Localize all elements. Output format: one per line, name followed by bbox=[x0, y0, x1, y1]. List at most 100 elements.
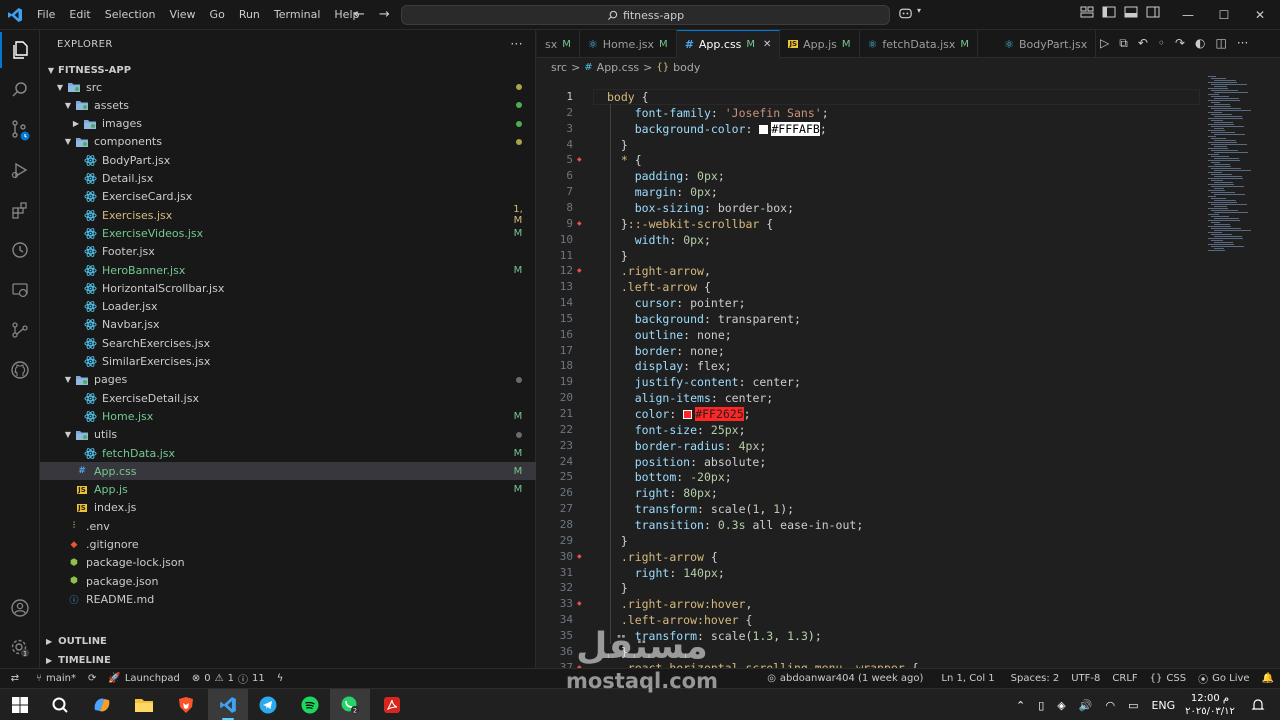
outline-section[interactable]: ▶ OUTLINE bbox=[40, 632, 536, 650]
device-icon[interactable]: ▯ bbox=[1038, 699, 1044, 712]
tab-app-js[interactable]: JS App.js M bbox=[780, 30, 860, 58]
toggle-panel-icon[interactable] bbox=[1124, 6, 1138, 18]
previous-change-icon[interactable]: ◦ bbox=[1158, 36, 1165, 51]
volume-icon[interactable]: 🔊 bbox=[1079, 699, 1093, 712]
menu-view[interactable]: View bbox=[162, 0, 202, 30]
copilot-menu[interactable]: ▾ bbox=[898, 6, 921, 20]
vscode-taskbar-icon[interactable] bbox=[208, 689, 248, 720]
code-line[interactable]: * { bbox=[607, 153, 642, 167]
toggle-secondary-sidebar-icon[interactable] bbox=[1146, 6, 1160, 18]
run-icon[interactable]: ▷ bbox=[1100, 36, 1109, 51]
code-line[interactable]: background-color: #FFFAFB; bbox=[607, 121, 827, 136]
code-line[interactable]: margin: 0px; bbox=[607, 185, 718, 199]
code-line[interactable]: body { bbox=[607, 90, 649, 104]
code-line[interactable]: }::-webkit-scrollbar { bbox=[607, 217, 773, 231]
file-item[interactable]: JS App.js M bbox=[40, 481, 536, 499]
code-line[interactable]: cursor: pointer; bbox=[607, 296, 746, 310]
tab-app-css[interactable]: # App.css M ✕ bbox=[676, 30, 781, 58]
file-item[interactable]: ExerciseCard.jsx bbox=[40, 188, 536, 206]
file-item[interactable]: Footer.jsx bbox=[40, 243, 536, 261]
windows-start-icon[interactable] bbox=[0, 689, 40, 720]
end-of-line[interactable]: CRLF bbox=[1106, 671, 1143, 686]
close-icon[interactable]: ✕ bbox=[1242, 0, 1278, 30]
file-item[interactable]: fetchData.jsx M bbox=[40, 444, 536, 462]
code-line[interactable]: border: none; bbox=[607, 344, 725, 358]
file-item[interactable]: Exercises.jsx 1, M bbox=[40, 204, 536, 226]
code-line[interactable]: display: flex; bbox=[607, 359, 732, 373]
chevron-up-icon[interactable]: ⌃ bbox=[1016, 699, 1025, 712]
code-line[interactable]: position: absolute; bbox=[607, 455, 767, 469]
acrobat-icon[interactable] bbox=[372, 689, 412, 720]
system-clock[interactable]: 12:00 م ٢٠٢٥/٠٣/١٢ bbox=[1180, 692, 1240, 718]
code-line[interactable]: .right-arrow { bbox=[607, 550, 718, 564]
lightning-icon[interactable]: ϟ bbox=[271, 673, 290, 684]
breadcrumb-file[interactable]: App.css bbox=[597, 61, 640, 74]
whatsapp-icon[interactable]: 2 bbox=[330, 689, 370, 720]
input-language[interactable]: ENG bbox=[1151, 699, 1175, 712]
folder-item[interactable]: ▼ utils bbox=[40, 426, 536, 444]
code-line[interactable]: right: 140px; bbox=[607, 566, 725, 580]
cursor-position[interactable]: Ln 1, Col 1 bbox=[935, 671, 1000, 686]
launchpad-button[interactable]: 🚀 Launchpad bbox=[102, 673, 186, 684]
code-editor[interactable]: 1 body {2 font-family: 'Josefin Sans'; 3 b… bbox=[537, 84, 1200, 668]
menu-edit[interactable]: Edit bbox=[62, 0, 97, 30]
timeline-history-icon[interactable] bbox=[0, 232, 40, 268]
tab-fetchdata-jsx[interactable]: ⚛ fetchData.jsx M bbox=[860, 30, 979, 58]
more-actions-icon[interactable]: ··· bbox=[1237, 36, 1248, 51]
file-item[interactable]: Home.jsx M bbox=[40, 407, 536, 425]
code-line[interactable]: .right-arrow:hover, bbox=[607, 597, 753, 611]
compare-icon[interactable]: ⧉ bbox=[1119, 36, 1128, 51]
problems-indicator[interactable]: ⊗ 0 ⚠ 1 ⓘ 11 bbox=[186, 671, 271, 686]
file-item[interactable]: HeroBanner.jsx M bbox=[40, 261, 536, 279]
github-icon[interactable] bbox=[0, 352, 40, 388]
code-line[interactable]: outline: none; bbox=[607, 328, 732, 342]
back-arrow-icon[interactable]: ← bbox=[354, 7, 365, 22]
explorer-icon[interactable] bbox=[0, 32, 40, 68]
git-blame[interactable]: ◎ abdoanwar404 (1 week ago) bbox=[761, 671, 929, 686]
code-line[interactable]: justify-content: center; bbox=[607, 375, 801, 389]
tab-sx[interactable]: sx M bbox=[537, 30, 580, 58]
tab-bodypart-jsx[interactable]: ⚛ BodyPart.jsx bbox=[996, 30, 1097, 58]
battery-icon[interactable]: ▭ bbox=[1128, 699, 1138, 712]
file-item[interactable]: Navbar.jsx bbox=[40, 316, 536, 334]
notifications-bell-icon[interactable]: 🔔 bbox=[1256, 671, 1280, 686]
folder-item[interactable]: ▼ pages bbox=[40, 371, 536, 389]
file-item[interactable]: SearchExercises.jsx bbox=[40, 334, 536, 352]
timeline-section[interactable]: ▶ TIMELINE bbox=[40, 651, 536, 669]
file-item[interactable]: HorizontalScrollbar.jsx bbox=[40, 279, 536, 297]
go-back-change-icon[interactable]: ↶ bbox=[1138, 36, 1148, 51]
file-explorer-icon[interactable] bbox=[124, 689, 164, 720]
file-item[interactable]: ⫶ .env bbox=[40, 517, 536, 535]
extensions-icon[interactable] bbox=[0, 192, 40, 228]
source-control-icon[interactable] bbox=[0, 112, 40, 148]
project-folder-header[interactable]: ▼ FITNESS-APP bbox=[40, 60, 535, 80]
menu-selection[interactable]: Selection bbox=[98, 0, 163, 30]
code-line[interactable]: border-radius: 4px; bbox=[607, 439, 767, 453]
menu-file[interactable]: File bbox=[30, 0, 62, 30]
folder-item[interactable]: ▼ assets bbox=[40, 96, 536, 114]
code-line[interactable]: transition: 0.3s all ease-in-out; bbox=[607, 518, 864, 532]
next-change-icon[interactable]: ↷ bbox=[1175, 36, 1185, 51]
copilot-app-icon[interactable] bbox=[82, 689, 122, 720]
minimize-icon[interactable]: — bbox=[1170, 0, 1206, 30]
remote-indicator-icon[interactable]: ⇄ bbox=[0, 669, 30, 689]
wifi-icon[interactable]: ◠ bbox=[1105, 699, 1115, 712]
code-line[interactable]: align-items: center; bbox=[607, 391, 774, 405]
forward-arrow-icon[interactable]: → bbox=[379, 7, 390, 22]
file-item[interactable]: BodyPart.jsx bbox=[40, 151, 536, 169]
maximize-icon[interactable]: ☐ bbox=[1206, 0, 1242, 30]
tab-home-jsx[interactable]: ⚛ Home.jsx M bbox=[580, 30, 677, 58]
accounts-icon[interactable] bbox=[0, 590, 40, 626]
spotify-icon[interactable] bbox=[290, 689, 330, 720]
menu-go[interactable]: Go bbox=[203, 0, 232, 30]
toggle-primary-sidebar-icon[interactable] bbox=[1102, 6, 1116, 18]
sync-icon[interactable]: ⟳ bbox=[82, 673, 102, 684]
file-item[interactable]: ExerciseDetail.jsx bbox=[40, 389, 536, 407]
file-item[interactable]: ⬢ package.json bbox=[40, 572, 536, 590]
file-item[interactable]: SimilarExercises.jsx bbox=[40, 353, 536, 371]
file-item[interactable]: ExerciseVideos.jsx M bbox=[40, 224, 536, 242]
split-editor-icon[interactable]: ◫ bbox=[1216, 36, 1227, 51]
file-item[interactable]: ⬢ package-lock.json bbox=[40, 554, 536, 572]
code-line[interactable]: box-sizing: border-box; bbox=[607, 201, 794, 215]
file-item[interactable]: ◆ .gitignore bbox=[40, 536, 536, 554]
